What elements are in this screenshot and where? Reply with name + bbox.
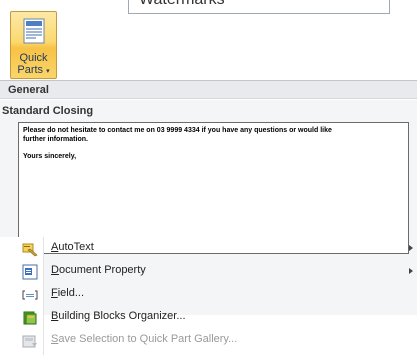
quick-parts-line1: Quick xyxy=(19,52,48,64)
quick-parts-menu: AutoText Document Property Field... Buil… xyxy=(0,237,417,352)
autotext-icon xyxy=(22,243,38,257)
gallery-item-preview[interactable]: Please do not hesitate to contact me on … xyxy=(18,122,409,254)
menu-item-building-blocks-organizer[interactable]: Building Blocks Organizer... xyxy=(0,306,417,329)
preview-line: Yours sincerely, xyxy=(23,153,77,160)
document-property-icon xyxy=(22,264,38,280)
save-selection-icon xyxy=(22,335,37,348)
menu-item-label: Save Selection to Quick Part Gallery... xyxy=(51,333,238,345)
quick-parts-button[interactable]: Quick Parts ▾ xyxy=(10,11,57,79)
gallery-section-header: General xyxy=(0,81,417,99)
menu-item-label: Document Property xyxy=(51,264,146,276)
menu-item-save-selection: Save Selection to Quick Part Gallery... xyxy=(0,329,417,352)
quick-parts-line2: Parts xyxy=(17,64,44,76)
menu-item-document-property[interactable]: Document Property xyxy=(0,260,417,283)
preview-line: further information. xyxy=(23,136,88,143)
watermarks-label: Watermarks xyxy=(139,0,225,9)
field-icon xyxy=(22,290,38,300)
preview-line: Please do not hesitate to contact me on … xyxy=(23,127,332,134)
menu-item-label: Field... xyxy=(51,287,85,299)
menu-item-label: Building Blocks Organizer... xyxy=(51,310,186,322)
menu-item-field[interactable]: Field... xyxy=(0,283,417,306)
quick-parts-dropdown: General Standard Closing Please do not h… xyxy=(0,80,417,355)
quick-parts-icon xyxy=(23,18,45,44)
menu-item-label: AutoText xyxy=(51,241,94,253)
submenu-arrow-icon xyxy=(409,245,413,251)
submenu-arrow-icon xyxy=(409,268,413,274)
gallery-item-title[interactable]: Standard Closing xyxy=(2,105,93,117)
dropdown-arrow-icon: ▾ xyxy=(46,68,50,75)
watermarks-gallery-item[interactable]: Watermarks xyxy=(128,0,390,14)
ribbon: Watermarks Quick Parts ▾ xyxy=(0,0,417,80)
building-blocks-icon xyxy=(23,311,37,325)
quick-parts-label: Quick Parts ▾ xyxy=(11,52,56,78)
menu-item-autotext[interactable]: AutoText xyxy=(0,237,417,260)
